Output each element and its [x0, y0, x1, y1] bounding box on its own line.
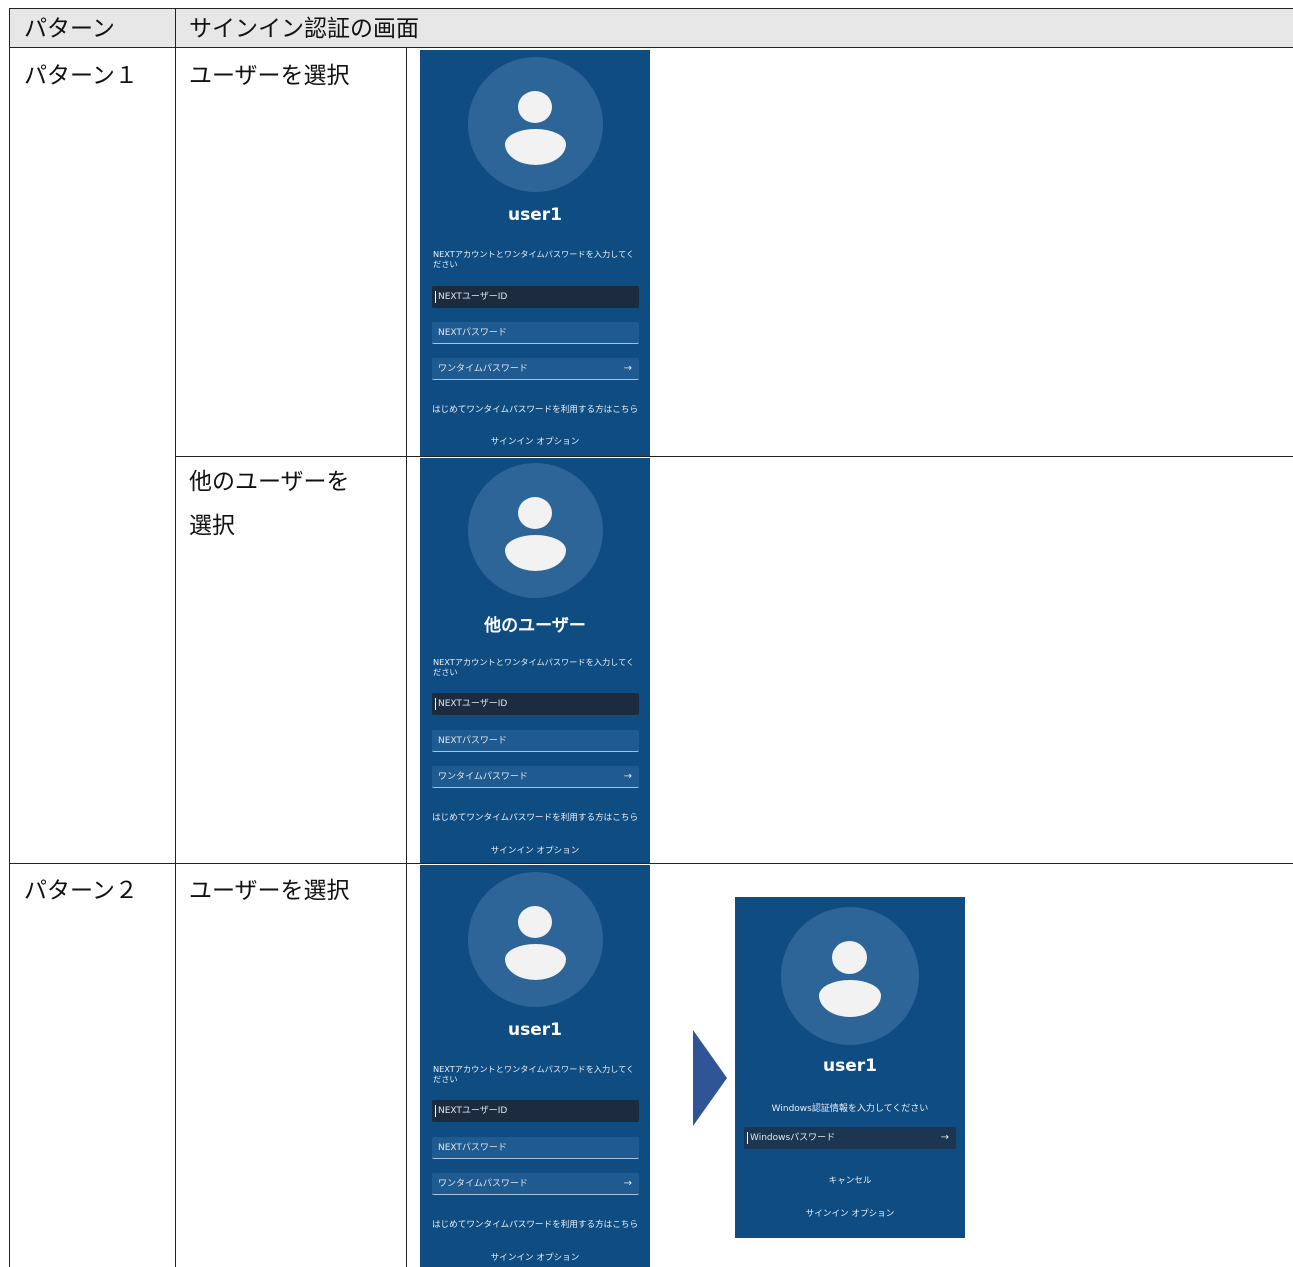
- user-avatar-icon: [468, 57, 603, 192]
- signin-options-link[interactable]: サインイン オプション: [420, 435, 650, 447]
- table-border: [175, 456, 1293, 457]
- username: 他のユーザー: [484, 616, 586, 636]
- username: user1: [508, 1020, 562, 1040]
- user-avatar-icon: [781, 907, 919, 1045]
- pattern-label: パターン２: [24, 878, 138, 904]
- signin-options-link[interactable]: サインイン オプション: [420, 844, 650, 856]
- table-border: [175, 8, 176, 1267]
- table-border: [9, 863, 1293, 864]
- table-border: [406, 47, 407, 1267]
- signin-options-link[interactable]: サインイン オプション: [735, 1207, 965, 1219]
- arrow-right-icon[interactable]: →: [941, 1127, 949, 1149]
- windows-password-field[interactable]: Windowsパスワード →: [744, 1127, 956, 1149]
- avatar-body: [819, 980, 881, 1017]
- instruction-text: Windows認証情報を入力してください: [771, 1104, 929, 1114]
- signin-screen: 他のユーザー NEXTアカウントとワンタイムパスワードを入力してください NEX…: [420, 458, 650, 863]
- username: user1: [508, 205, 562, 225]
- otp-field[interactable]: ワンタイムパスワード →: [432, 358, 639, 380]
- header-signin-screen: サインイン認証の画面: [189, 16, 419, 42]
- signin-screen: user1 NEXTアカウントとワンタイムパスワードを入力してください NEXT…: [420, 865, 650, 1267]
- arrow-right-icon[interactable]: →: [624, 1173, 632, 1195]
- avatar-head: [518, 906, 552, 938]
- password-field[interactable]: NEXTパスワード: [432, 1137, 639, 1159]
- arrow-right-icon[interactable]: →: [624, 358, 632, 380]
- instruction-text: NEXTアカウントとワンタイムパスワードを入力してください: [433, 657, 635, 677]
- table-border: [9, 8, 10, 1267]
- otp-field[interactable]: ワンタイムパスワード →: [432, 1173, 639, 1195]
- windows-signin-screen: user1 Windows認証情報を入力してください Windowsパスワード …: [735, 897, 965, 1238]
- cancel-link[interactable]: キャンセル: [735, 1174, 965, 1186]
- case-label: ユーザーを選択: [189, 63, 350, 89]
- windows-password-label: Windowsパスワード: [750, 1133, 836, 1143]
- avatar-body: [505, 129, 566, 165]
- user-id-field[interactable]: NEXTユーザーID: [432, 1100, 639, 1122]
- user-avatar-icon: [468, 463, 603, 598]
- case-label: ユーザーを選択: [189, 878, 350, 904]
- case-label: 選択: [189, 513, 235, 539]
- instruction-text: NEXTアカウントとワンタイムパスワードを入力してください: [433, 249, 635, 269]
- first-time-link[interactable]: はじめてワンタイムパスワードを利用する方はこちら: [420, 403, 650, 415]
- username: user1: [823, 1056, 877, 1076]
- password-field[interactable]: NEXTパスワード: [432, 322, 639, 344]
- otp-field-label: ワンタイムパスワード: [438, 772, 528, 782]
- otp-field-label: ワンタイムパスワード: [438, 1179, 528, 1189]
- avatar-body: [505, 944, 566, 980]
- avatar-body: [505, 535, 566, 571]
- pattern-label: パターン１: [24, 63, 138, 89]
- signin-screen: user1 NEXTアカウントとワンタイムパスワードを入力してください NEXT…: [420, 50, 650, 456]
- transition-arrow-icon: [693, 1030, 727, 1126]
- user-avatar-icon: [468, 872, 603, 1007]
- signin-options-link[interactable]: サインイン オプション: [420, 1251, 650, 1263]
- arrow-right-icon[interactable]: →: [624, 766, 632, 788]
- avatar-head: [518, 497, 552, 529]
- header-pattern: パターン: [24, 16, 115, 42]
- otp-field[interactable]: ワンタイムパスワード →: [432, 766, 639, 788]
- case-label: 他のユーザーを: [189, 469, 350, 495]
- otp-field-label: ワンタイムパスワード: [438, 364, 528, 374]
- avatar-head: [518, 91, 552, 123]
- user-id-field[interactable]: NEXTユーザーID: [432, 693, 639, 715]
- first-time-link[interactable]: はじめてワンタイムパスワードを利用する方はこちら: [420, 811, 650, 823]
- password-field[interactable]: NEXTパスワード: [432, 730, 639, 752]
- instruction-text: NEXTアカウントとワンタイムパスワードを入力してください: [433, 1064, 635, 1084]
- avatar-head: [832, 941, 867, 974]
- user-id-field[interactable]: NEXTユーザーID: [432, 286, 639, 308]
- first-time-link[interactable]: はじめてワンタイムパスワードを利用する方はこちら: [420, 1218, 650, 1230]
